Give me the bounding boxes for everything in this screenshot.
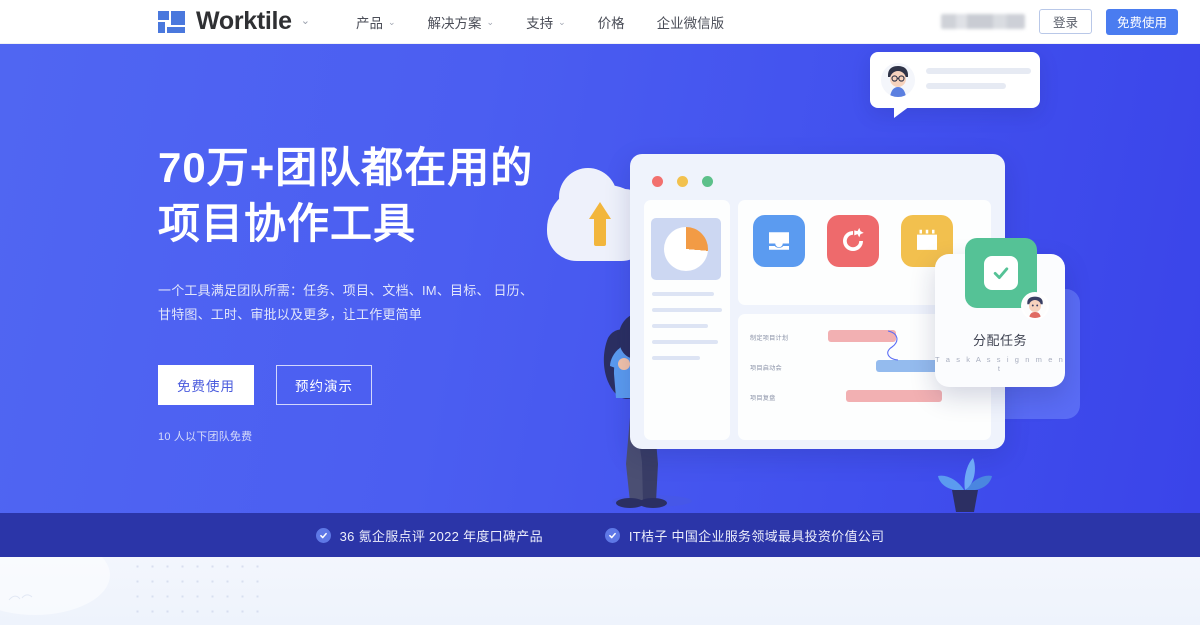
- chat-bubble: [870, 52, 1040, 118]
- subcopy-line-1: 一个工具满足团队所需：任务、项目、文档、IM、目标、 日历、: [158, 282, 534, 298]
- hero-subcopy: 一个工具满足团队所需：任务、项目、文档、IM、目标、 日历、 甘特图、工时、审批…: [158, 279, 588, 327]
- worktile-logo-icon: [158, 10, 185, 33]
- nav-label: 解决方案: [427, 15, 482, 31]
- hero-illustration: 制定项目计划 项目启动会 项目复盘 分配任务 T a s k A s s i g…: [520, 44, 1200, 513]
- nav-label: 企业微信版: [656, 15, 725, 31]
- inbox-icon[interactable]: [753, 215, 805, 267]
- award-item-36kr[interactable]: 36 氪企服点评 2022 年度口碑产品: [315, 526, 543, 545]
- header-free-trial-button[interactable]: 免费使用: [1106, 8, 1178, 35]
- nav-item-pricing[interactable]: 价格: [598, 12, 625, 32]
- target-icon[interactable]: [827, 215, 879, 267]
- nav-item-products[interactable]: 产品 ⌄: [356, 12, 396, 32]
- task-card-title: 分配任务: [972, 333, 1027, 348]
- app-icon-row: [753, 215, 953, 267]
- nav-label: 价格: [597, 15, 625, 31]
- main-nav: 产品 ⌄ 解决方案 ⌄ 支持 ⌄ 价格 企业微信版: [356, 12, 724, 32]
- login-button[interactable]: 登录: [1039, 9, 1092, 34]
- avatar: [881, 63, 915, 97]
- next-section-preview: [0, 557, 1200, 625]
- headline-line-2: 项目协作工具: [158, 200, 417, 248]
- check-badge-icon: [604, 527, 620, 543]
- nav-item-wecom[interactable]: 企业微信版: [657, 12, 725, 32]
- decorative-blob: [0, 557, 110, 615]
- decorative-dot-grid: [130, 559, 265, 623]
- pie-chart-icon: [664, 227, 708, 271]
- avatar: [1021, 292, 1049, 320]
- redacted-user-field: [941, 14, 1025, 29]
- nav-label: 产品: [356, 15, 383, 31]
- award-label: IT桔子 中国企业服务领域最具投资价值公司: [628, 528, 885, 544]
- gantt-dependency-link: [887, 330, 899, 361]
- gantt-row-label: 项目启动会: [750, 365, 782, 372]
- site-header: Worktile ⌄ 产品 ⌄ 解决方案 ⌄ 支持 ⌄ 价格 企业微信版 登录 …: [0, 0, 1200, 44]
- free-tier-note: 10 人以下团队免费: [158, 430, 253, 443]
- decorative-bird-icon: [8, 594, 33, 601]
- nav-item-support[interactable]: 支持 ⌄: [526, 12, 566, 32]
- nav-item-solutions[interactable]: 解决方案 ⌄: [428, 12, 495, 32]
- hero-free-trial-button[interactable]: 免费使用: [158, 364, 254, 405]
- gantt-row-label: 项目复盘: [750, 395, 776, 402]
- hero-copy: 70万+团队都在用的 项目协作工具 一个工具满足团队所需：任务、项目、文档、IM…: [158, 140, 588, 444]
- check-badge-icon: [315, 527, 331, 543]
- hero-cta-row: 免费使用 预约演示: [158, 364, 588, 405]
- award-label: 36 氪企服点评 2022 年度口碑产品: [339, 528, 543, 544]
- window-maximize-dot: [702, 176, 713, 187]
- window-close-dot: [652, 176, 663, 187]
- gantt-row: 项目复盘: [738, 386, 991, 416]
- nav-label: 支持: [526, 15, 554, 31]
- potted-plant-icon: [938, 458, 992, 512]
- check-icon: [984, 256, 1018, 290]
- chevron-down-icon: ⌄: [388, 17, 396, 27]
- pie-chart-widget: [651, 218, 721, 280]
- header-actions: 登录 免费使用: [941, 8, 1178, 35]
- dashboard-sidebar-panel: [644, 200, 730, 440]
- chevron-down-icon[interactable]: ⌄: [301, 16, 310, 27]
- window-minimize-dot: [677, 176, 688, 187]
- hero-section: 70万+团队都在用的 项目协作工具 一个工具满足团队所需：任务、项目、文档、IM…: [0, 44, 1200, 513]
- worktile-landing-page: Worktile ⌄ 产品 ⌄ 解决方案 ⌄ 支持 ⌄ 价格 企业微信版 登录 …: [0, 0, 1200, 625]
- subcopy-line-2: 甘特图、工时、审批以及更多，让工作更简单: [158, 306, 423, 322]
- awards-bar: 36 氪企服点评 2022 年度口碑产品 IT桔子 中国企业服务领域最具投资价值…: [0, 513, 1200, 557]
- brand-logo-link[interactable]: Worktile ⌄: [158, 9, 310, 34]
- award-item-itjuzi[interactable]: IT桔子 中国企业服务领域最具投资价值公司: [604, 526, 885, 545]
- headline-line-1: 70万+团队都在用的: [158, 144, 534, 191]
- chevron-down-icon: ⌄: [486, 17, 495, 27]
- page-title: 70万+团队都在用的 项目协作工具: [158, 140, 588, 253]
- brand-name: Worktile: [196, 7, 292, 35]
- chat-text-placeholder: [926, 68, 1031, 89]
- chevron-down-icon: ⌄: [558, 17, 566, 27]
- gantt-row-label: 制定项目计划: [750, 335, 789, 342]
- hero-book-demo-button[interactable]: 预约演示: [276, 364, 372, 405]
- task-card-subtitle: T a s k A s s i g n m e n t: [935, 355, 1065, 373]
- task-assignment-card: 分配任务 T a s k A s s i g n m e n t: [935, 238, 1065, 387]
- window-traffic-lights: [652, 176, 713, 187]
